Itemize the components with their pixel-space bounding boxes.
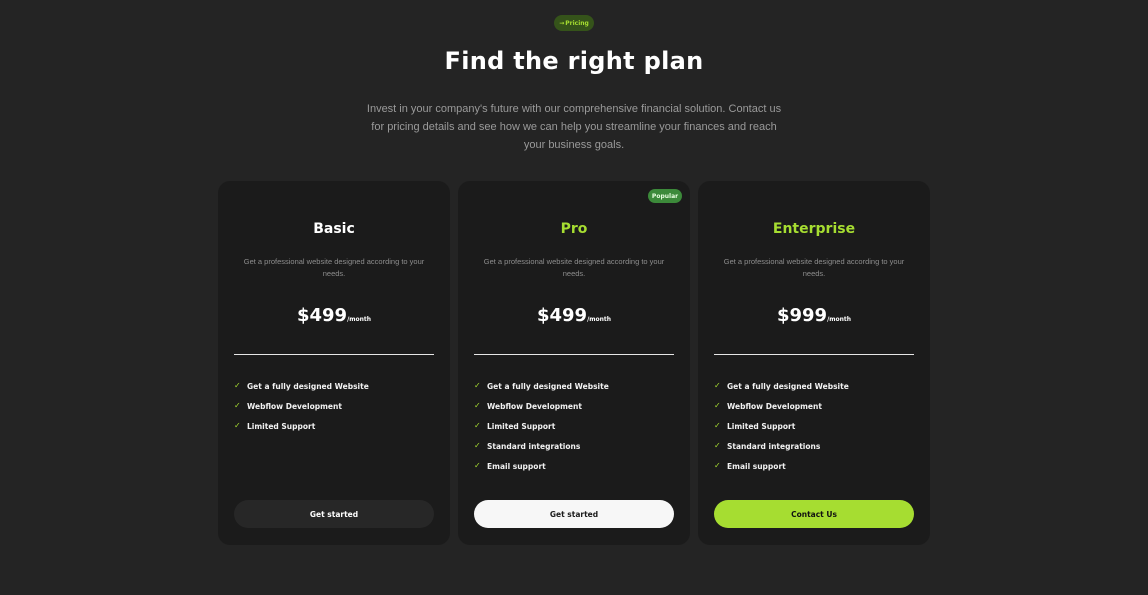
feature-item: ✓ Get a fully designed Website: [234, 376, 434, 396]
popular-badge: Popular: [648, 189, 682, 203]
feature-item: ✓ Email support: [474, 456, 674, 476]
plan-price: $499/month: [218, 305, 450, 326]
feature-label: Limited Support: [727, 421, 796, 431]
plan-price: $499/month: [458, 305, 690, 326]
get-started-button[interactable]: Get started: [234, 500, 434, 528]
get-started-button[interactable]: Get started: [474, 500, 674, 528]
check-icon: ✓: [714, 401, 721, 410]
feature-label: Webflow Development: [247, 401, 342, 411]
feature-item: ✓ Standard integrations: [474, 436, 674, 456]
price-period: /month: [587, 316, 612, 323]
plan-description: Get a professional website designed acco…: [723, 257, 905, 278]
feature-item: ✓ Email support: [714, 456, 914, 476]
feature-label: Email support: [487, 461, 546, 471]
divider: [714, 354, 914, 355]
feature-item: ✓ Get a fully designed Website: [714, 376, 914, 396]
plan-name: Enterprise: [772, 221, 856, 237]
page-subtitle: Invest in your company's future with our…: [366, 103, 782, 151]
price-amount: $499: [296, 305, 348, 326]
check-icon: ✓: [234, 421, 241, 430]
feature-label: Standard integrations: [487, 441, 581, 451]
check-icon: ✓: [714, 381, 721, 390]
price-amount: $499: [536, 305, 588, 326]
plan-card-enterprise: Enterprise Get a professional website de…: [698, 181, 930, 545]
feature-label: Get a fully designed Website: [247, 381, 369, 391]
feature-item: ✓ Limited Support: [234, 416, 434, 436]
feature-item: ✓ Get a fully designed Website: [474, 376, 674, 396]
feature-item: ✓ Limited Support: [474, 416, 674, 436]
feature-item: ✓ Webflow Development: [234, 396, 434, 416]
feature-list: ✓ Get a fully designed Website ✓ Webflow D…: [714, 376, 914, 476]
plan-card-basic: Basic Get a professional website designe…: [218, 181, 450, 545]
check-icon: ✓: [474, 381, 481, 390]
check-icon: ✓: [714, 421, 721, 430]
check-icon: ✓: [714, 461, 721, 470]
contact-us-button[interactable]: Contact Us: [714, 500, 914, 528]
feature-item: ✓ Webflow Development: [474, 396, 674, 416]
pricing-section: → Pricing Find the right plan Invest in …: [0, 0, 1148, 595]
plan-name: Basic: [313, 221, 355, 237]
price-period: /month: [347, 316, 372, 323]
check-icon: ✓: [474, 421, 481, 430]
check-icon: ✓: [714, 441, 721, 450]
check-icon: ✓: [234, 381, 241, 390]
feature-label: Standard integrations: [727, 441, 821, 451]
feature-label: Email support: [727, 461, 786, 471]
plan-card-pro: Popular Pro Get a professional website d…: [458, 181, 690, 545]
pricing-tag-label: Pricing: [565, 19, 589, 27]
feature-label: Limited Support: [487, 421, 556, 431]
feature-item: ✓ Limited Support: [714, 416, 914, 436]
check-icon: ✓: [474, 461, 481, 470]
plan-description: Get a professional website designed acco…: [243, 257, 425, 278]
check-icon: ✓: [474, 441, 481, 450]
page-title: Find the right plan: [444, 47, 704, 75]
plan-price: $999/month: [698, 305, 930, 326]
feature-item: ✓ Standard integrations: [714, 436, 914, 456]
feature-label: Get a fully designed Website: [727, 381, 849, 391]
plan-description: Get a professional website designed acco…: [483, 257, 665, 278]
plan-name: Pro: [560, 221, 588, 237]
feature-list: ✓ Get a fully designed Website ✓ Webflow D…: [474, 376, 674, 476]
feature-label: Webflow Development: [487, 401, 582, 411]
price-amount: $999: [776, 305, 828, 326]
feature-list: ✓ Get a fully designed Website ✓ Webflow D…: [234, 376, 434, 436]
feature-label: Webflow Development: [727, 401, 822, 411]
arrow-right-icon: →: [559, 19, 565, 27]
feature-label: Limited Support: [247, 421, 316, 431]
check-icon: ✓: [234, 401, 241, 410]
check-icon: ✓: [474, 401, 481, 410]
price-period: /month: [827, 316, 852, 323]
feature-item: ✓ Webflow Development: [714, 396, 914, 416]
divider: [234, 354, 434, 355]
pricing-tag: → Pricing: [554, 15, 594, 31]
divider: [474, 354, 674, 355]
feature-label: Get a fully designed Website: [487, 381, 609, 391]
